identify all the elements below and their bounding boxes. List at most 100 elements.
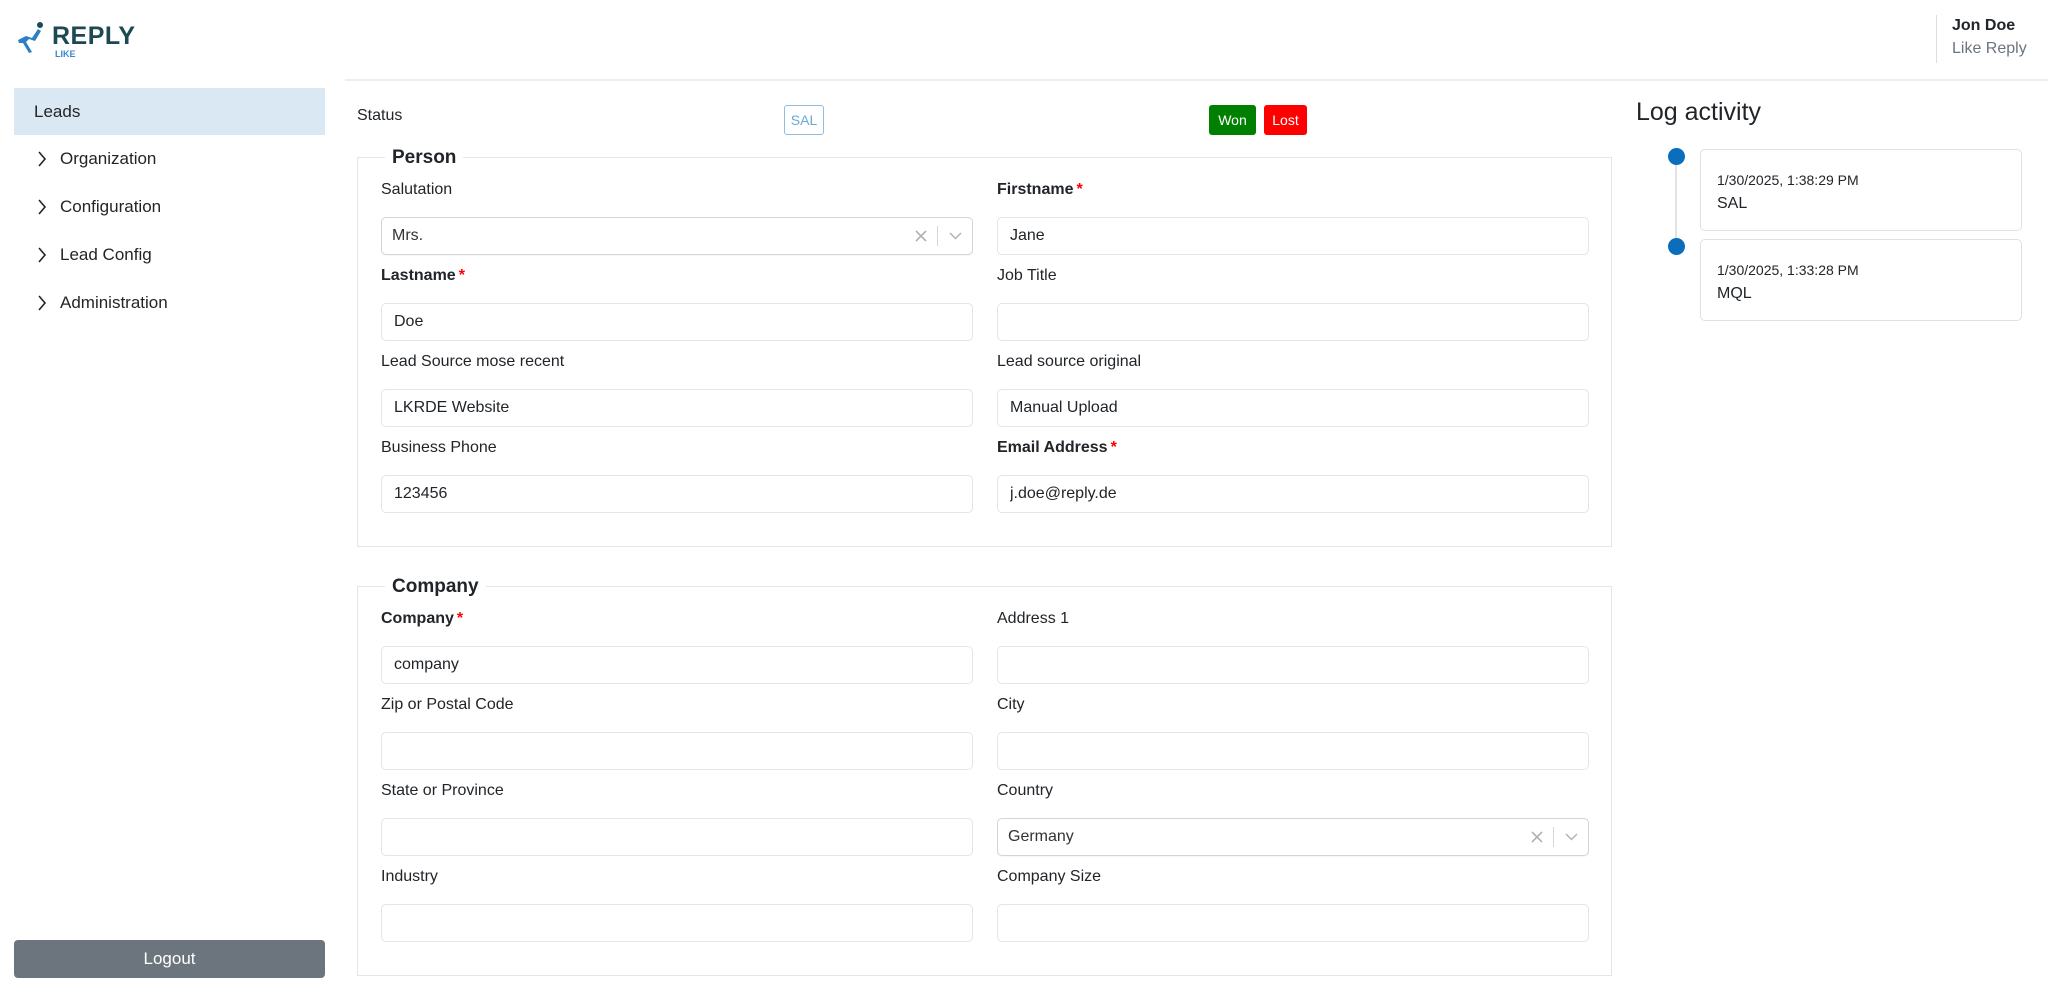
- required-marker: *: [1110, 439, 1117, 456]
- person-fieldset: Person Salutation Mrs. Firstname* Lastna…: [357, 146, 1612, 547]
- firstname-input[interactable]: [997, 217, 1589, 255]
- logo[interactable]: REPLY LIKE: [16, 20, 136, 60]
- lastname-label: Lastname *: [381, 265, 973, 287]
- country-select[interactable]: Germany: [997, 818, 1589, 856]
- company-name-label: Company *: [381, 608, 973, 630]
- business-phone-input[interactable]: [381, 475, 973, 513]
- sidebar-item-leads[interactable]: Leads: [14, 88, 325, 135]
- country-field: Country Germany: [997, 780, 1589, 856]
- sidebar-item-label: Organization: [60, 149, 157, 168]
- log-entry-status: SAL: [1717, 195, 1748, 212]
- firstname-label: Firstname *: [997, 179, 1589, 201]
- salutation-label: Salutation: [381, 181, 453, 198]
- city-label: City: [997, 696, 1025, 713]
- chevron-right-icon: [34, 295, 50, 311]
- zip-input[interactable]: [381, 732, 973, 770]
- user-name: Jon Doe: [1952, 17, 2016, 34]
- required-marker: *: [1076, 181, 1083, 198]
- state-field: State or Province: [381, 780, 973, 856]
- company-name-field: Company *: [381, 608, 973, 684]
- logout-button[interactable]: Logout: [14, 940, 325, 978]
- company-size-field: Company Size: [997, 866, 1589, 942]
- log-entry: 1/30/2025, 1:33:28 PM MQL: [1700, 239, 2022, 321]
- chevron-right-icon: [34, 151, 50, 167]
- won-button[interactable]: Won: [1209, 105, 1256, 135]
- sidebar-item-label: Lead Config: [60, 245, 152, 264]
- company-size-label: Company Size: [997, 868, 1102, 885]
- city-field: City: [997, 694, 1589, 770]
- brand-sub: LIKE: [55, 49, 76, 59]
- lead-source-original-field: Lead source original: [997, 351, 1589, 427]
- sidebar-nav: Leads Organization Configuration Lead Co…: [14, 88, 325, 328]
- sidebar-item-organization[interactable]: Organization: [14, 136, 325, 182]
- person-legend: Person: [385, 146, 464, 170]
- company-legend: Company: [385, 575, 486, 599]
- lost-button[interactable]: Lost: [1264, 105, 1307, 135]
- company-size-input[interactable]: [997, 904, 1589, 942]
- sidebar-item-lead-config[interactable]: Lead Config: [14, 232, 325, 278]
- brand-name: REPLY: [52, 22, 136, 50]
- sidebar-item-label: Leads: [34, 101, 81, 121]
- sidebar: REPLY LIKE Leads Organization Configurat…: [0, 0, 340, 990]
- log-entry-time: 1/30/2025, 1:38:29 PM: [1717, 172, 1859, 188]
- log-entry-time: 1/30/2025, 1:33:28 PM: [1717, 262, 1859, 278]
- industry-field: Industry: [381, 866, 973, 942]
- lastname-field: Lastname *: [381, 265, 973, 341]
- country-value: Germany: [1008, 828, 1074, 845]
- required-marker: *: [456, 610, 464, 627]
- company-name-label-text: Company: [381, 610, 454, 627]
- salutation-select[interactable]: Mrs.: [381, 217, 973, 255]
- lead-source-original-label: Lead source original: [997, 353, 1142, 370]
- lead-source-recent-input[interactable]: [381, 389, 973, 427]
- timeline-dot: [1668, 148, 1685, 165]
- user-menu[interactable]: Jon Doe Like Reply: [1936, 15, 2027, 63]
- salutation-value: Mrs.: [392, 227, 424, 244]
- clear-icon[interactable]: [905, 218, 937, 254]
- log-activity-title: Log activity: [1636, 98, 1762, 126]
- address1-input[interactable]: [997, 646, 1589, 684]
- log-entry: 1/30/2025, 1:38:29 PM SAL: [1700, 149, 2022, 231]
- sidebar-item-label: Administration: [60, 293, 168, 312]
- firstname-field: Firstname *: [997, 179, 1589, 255]
- business-phone-label: Business Phone: [381, 439, 497, 456]
- chevron-right-icon: [34, 247, 50, 263]
- required-marker: *: [458, 267, 465, 284]
- zip-field: Zip or Postal Code: [381, 694, 973, 770]
- firstname-label-text: Firstname: [997, 181, 1074, 198]
- industry-input[interactable]: [381, 904, 973, 942]
- clear-icon[interactable]: [1521, 819, 1553, 855]
- timeline-dot: [1668, 238, 1685, 255]
- job-title-field: Job Title: [997, 265, 1589, 341]
- status-label: Status: [357, 107, 403, 124]
- industry-label: Industry: [381, 868, 438, 885]
- runner-logo-icon: [18, 22, 43, 53]
- lead-source-recent-field: Lead Source mose recent: [381, 351, 973, 427]
- email-field: Email Address *: [997, 437, 1589, 513]
- company-name-input[interactable]: [381, 646, 973, 684]
- lastname-input[interactable]: [381, 303, 973, 341]
- zip-label: Zip or Postal Code: [381, 696, 514, 713]
- sidebar-item-administration[interactable]: Administration: [14, 280, 325, 326]
- status-badge: SAL: [784, 105, 824, 135]
- chevron-down-icon[interactable]: [938, 218, 972, 254]
- business-phone-field: Business Phone: [381, 437, 973, 513]
- lead-source-original-input[interactable]: [997, 389, 1589, 427]
- chevron-right-icon: [34, 199, 50, 215]
- state-label: State or Province: [381, 782, 504, 799]
- email-label: Email Address *: [997, 437, 1589, 459]
- email-input[interactable]: [997, 475, 1589, 513]
- job-title-label: Job Title: [997, 267, 1057, 284]
- email-label-text: Email Address: [997, 439, 1108, 456]
- salutation-field: Salutation Mrs.: [381, 179, 973, 255]
- timeline-line: [1675, 158, 1677, 248]
- city-input[interactable]: [997, 732, 1589, 770]
- country-label: Country: [997, 782, 1054, 799]
- sidebar-item-configuration[interactable]: Configuration: [14, 184, 325, 230]
- header-divider: [345, 79, 2048, 81]
- state-input[interactable]: [381, 818, 973, 856]
- address1-field: Address 1: [997, 608, 1589, 684]
- lastname-label-text: Lastname: [381, 267, 456, 284]
- job-title-input[interactable]: [997, 303, 1589, 341]
- chevron-down-icon[interactable]: [1554, 819, 1588, 855]
- company-fieldset: Company Company* Address 1 Zip or Postal…: [357, 575, 1612, 976]
